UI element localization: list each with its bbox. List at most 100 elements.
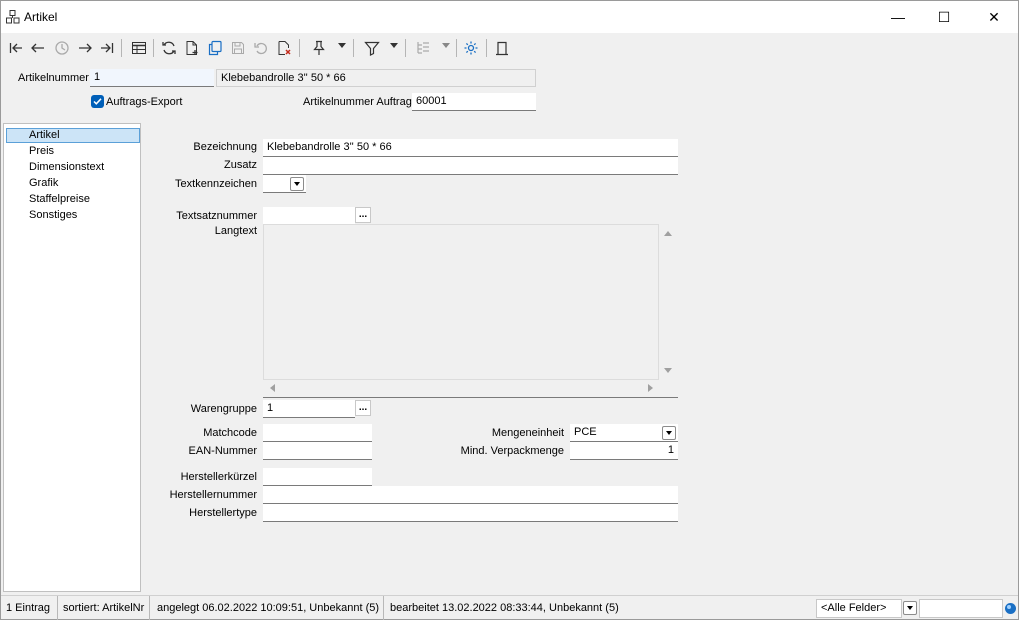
textsatznummer-lookup-button[interactable]: ... bbox=[355, 207, 371, 223]
mengeneinheit-dropdown-icon[interactable] bbox=[662, 426, 676, 440]
textsatznummer-field[interactable] bbox=[263, 207, 355, 225]
filter-dropdown-icon[interactable] bbox=[390, 43, 398, 48]
previous-record-button[interactable] bbox=[27, 37, 49, 59]
tree-view-button[interactable] bbox=[412, 37, 434, 59]
status-created: angelegt 06.02.2022 10:09:51, Unbekannt … bbox=[152, 596, 384, 620]
herstellernummer-field[interactable] bbox=[263, 486, 678, 504]
copy-record-button[interactable] bbox=[204, 37, 226, 59]
toolbar-separator bbox=[456, 39, 457, 57]
layout-icon bbox=[496, 41, 508, 56]
close-button[interactable]: ✕ bbox=[971, 1, 1017, 33]
zusatz-label: Zusatz bbox=[223, 159, 257, 171]
minimize-button[interactable]: — bbox=[875, 1, 921, 33]
mengeneinheit-label: Mengeneinheit bbox=[491, 427, 564, 439]
tree-icon bbox=[417, 42, 429, 54]
toolbar-separator bbox=[486, 39, 487, 57]
window-title: Artikel bbox=[24, 10, 58, 24]
auftrags-export-checkbox[interactable] bbox=[91, 95, 104, 108]
table-icon bbox=[132, 42, 146, 54]
status-record-count: 1 Eintrag bbox=[1, 596, 58, 620]
warengruppe-lookup-button[interactable]: ... bbox=[355, 400, 371, 416]
bezeichnung-label: Bezeichnung bbox=[193, 141, 257, 153]
scroll-right-icon[interactable] bbox=[647, 383, 655, 393]
close-icon: ✕ bbox=[988, 8, 1000, 25]
table-view-button[interactable] bbox=[128, 37, 150, 59]
settings-button[interactable] bbox=[460, 37, 482, 59]
undo-button[interactable] bbox=[250, 37, 272, 59]
langtext-textarea[interactable] bbox=[263, 224, 678, 398]
herstellerkuerzel-field[interactable] bbox=[263, 468, 372, 486]
langtext-content[interactable] bbox=[263, 224, 659, 380]
artikel-name-display: Klebebandrolle 3'' 50 * 66 bbox=[216, 69, 536, 87]
nav-item-dimensionstext[interactable]: Dimensionstext bbox=[6, 160, 140, 175]
toolbar-separator bbox=[353, 39, 354, 57]
last-record-button[interactable] bbox=[96, 37, 118, 59]
copy-icon bbox=[208, 40, 222, 56]
maximize-button[interactable]: ☐ bbox=[921, 1, 967, 33]
nav-item-artikel[interactable]: Artikel bbox=[6, 128, 140, 143]
delete-document-icon bbox=[278, 41, 291, 55]
bezeichnung-field[interactable]: Klebebandrolle 3'' 50 * 66 bbox=[263, 139, 678, 157]
tree-dropdown-icon[interactable] bbox=[442, 43, 450, 48]
search-globe-icon[interactable] bbox=[1004, 602, 1017, 615]
warengruppe-field[interactable]: 1 bbox=[263, 400, 355, 418]
app-icon bbox=[6, 10, 20, 24]
matchcode-field[interactable] bbox=[263, 424, 372, 442]
nav-item-staffelpreise[interactable]: Staffelpreise bbox=[6, 192, 140, 207]
arrow-right-icon bbox=[79, 43, 92, 53]
artikelnummer-label: Artikelnummer bbox=[18, 72, 89, 84]
scroll-up-icon[interactable] bbox=[663, 229, 673, 237]
refresh-icon bbox=[162, 41, 176, 55]
search-input[interactable] bbox=[919, 599, 1003, 618]
herstellertype-label: Herstellertype bbox=[189, 507, 257, 519]
minimize-icon: — bbox=[891, 9, 905, 25]
history-icon bbox=[55, 41, 69, 55]
last-record-icon bbox=[101, 43, 114, 53]
gear-icon bbox=[464, 41, 478, 55]
zusatz-field[interactable] bbox=[263, 157, 678, 175]
artikelnummer-auftrag-label: Artikelnummer Auftrag bbox=[303, 96, 412, 108]
textkennzeichen-dropdown-icon[interactable] bbox=[290, 177, 304, 191]
pin-dropdown-icon[interactable] bbox=[338, 43, 346, 48]
toolbar-separator bbox=[405, 39, 406, 57]
nav-item-grafik[interactable]: Grafik bbox=[6, 176, 140, 191]
pin-button[interactable] bbox=[308, 37, 330, 59]
artikelnummer-auftrag-field[interactable]: 60001 bbox=[412, 93, 536, 111]
nav-item-sonstiges[interactable]: Sonstiges bbox=[6, 208, 140, 223]
first-record-button[interactable] bbox=[5, 37, 27, 59]
textkennzeichen-label: Textkennzeichen bbox=[175, 178, 257, 190]
filter-icon bbox=[364, 41, 380, 56]
matchcode-label: Matchcode bbox=[203, 427, 257, 439]
status-bar: 1 Eintrag sortiert: ArtikelNr angelegt 0… bbox=[1, 595, 1018, 620]
maximize-icon: ☐ bbox=[937, 8, 951, 25]
new-document-icon bbox=[186, 41, 198, 55]
toolbar-separator bbox=[121, 39, 122, 57]
mind-verpackmenge-label: Mind. Verpackmenge bbox=[460, 445, 564, 457]
layout-button[interactable] bbox=[491, 37, 513, 59]
undo-icon bbox=[254, 42, 267, 55]
scroll-left-icon[interactable] bbox=[268, 383, 276, 393]
filter-button[interactable] bbox=[361, 37, 383, 59]
mind-verpackmenge-field[interactable]: 1 bbox=[570, 442, 678, 460]
nav-item-preis[interactable]: Preis bbox=[6, 144, 140, 159]
filter-field-select[interactable]: <Alle Felder> bbox=[816, 599, 902, 618]
first-record-icon bbox=[9, 43, 22, 53]
textsatznummer-label: Textsatznummer bbox=[176, 210, 257, 222]
refresh-button[interactable] bbox=[158, 37, 180, 59]
next-record-button[interactable] bbox=[74, 37, 96, 59]
save-button[interactable] bbox=[227, 37, 249, 59]
filter-field-dropdown-icon[interactable] bbox=[903, 601, 917, 615]
new-record-button[interactable] bbox=[181, 37, 203, 59]
herstellertype-field[interactable] bbox=[263, 504, 678, 522]
delete-record-button[interactable] bbox=[273, 37, 295, 59]
scroll-down-icon[interactable] bbox=[663, 367, 673, 375]
history-button[interactable] bbox=[51, 37, 73, 59]
navigation-panel: Artikel Preis Dimensionstext Grafik Staf… bbox=[3, 123, 141, 592]
toolbar-separator bbox=[299, 39, 300, 57]
ean-label: EAN-Nummer bbox=[188, 445, 257, 457]
artikelnummer-field[interactable]: 1 bbox=[90, 69, 214, 87]
ean-field[interactable] bbox=[263, 442, 372, 460]
pin-icon bbox=[313, 40, 325, 55]
checkmark-icon bbox=[93, 98, 102, 105]
langtext-label: Langtext bbox=[214, 225, 257, 237]
